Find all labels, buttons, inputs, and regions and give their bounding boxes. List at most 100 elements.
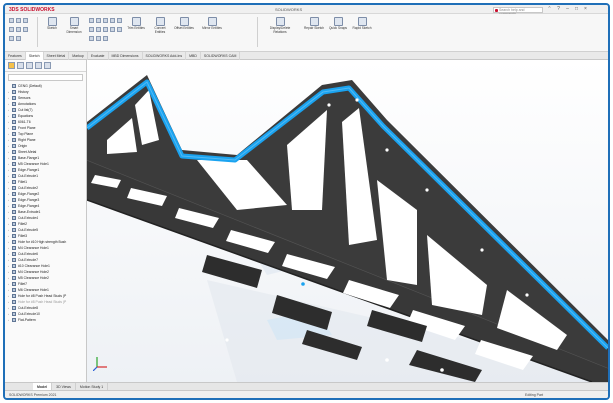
text-icon[interactable] (117, 27, 122, 32)
flat-pattern-icon (12, 318, 16, 322)
spline-icon[interactable] (110, 18, 115, 23)
expand-chevron-icon[interactable]: › (8, 162, 11, 166)
expand-chevron-icon[interactable]: › (8, 234, 11, 238)
tab-3d-views[interactable]: 3D Views (52, 383, 76, 390)
point-icon[interactable] (117, 18, 122, 23)
expand-chevron-icon[interactable]: › (8, 108, 11, 112)
property-manager-tab-icon[interactable] (17, 62, 24, 69)
help-icon[interactable]: ? (556, 6, 561, 12)
expand-chevron-icon[interactable]: › (8, 288, 11, 292)
rebuild-icon[interactable] (9, 36, 14, 41)
expand-chevron-icon[interactable]: › (8, 312, 11, 316)
repair-sketch-button[interactable]: Repair Sketch (303, 17, 325, 31)
tab-sketch[interactable]: Sketch (25, 52, 44, 60)
expand-chevron-icon[interactable]: › (8, 168, 11, 172)
circle-icon[interactable] (96, 18, 101, 23)
expand-chevron-icon[interactable]: › (8, 138, 11, 142)
open-icon[interactable] (16, 18, 21, 23)
undo-icon[interactable] (16, 27, 21, 32)
expand-chevron-icon[interactable]: › (8, 180, 11, 184)
close-icon[interactable]: × (583, 6, 588, 12)
rectangle-icon[interactable] (89, 27, 94, 32)
fillet-sketch-icon[interactable] (110, 27, 115, 32)
expand-chevron-icon[interactable]: › (8, 276, 11, 280)
feature-tree-tab-icon[interactable] (8, 62, 15, 69)
expand-chevron-icon[interactable]: › (8, 126, 11, 130)
expand-chevron-icon[interactable]: › (8, 192, 11, 196)
expand-chevron-icon[interactable]: › (8, 264, 11, 268)
expand-chevron-icon[interactable]: › (8, 216, 11, 220)
tab-cam[interactable]: SOLIDWORKS CAM (201, 52, 241, 60)
select-icon[interactable] (23, 27, 28, 32)
expand-chevron-icon[interactable]: › (8, 198, 11, 202)
expand-chevron-icon[interactable]: › (8, 156, 11, 160)
construction-icon[interactable] (103, 36, 108, 41)
trim-entities-button[interactable]: Trim Entities (125, 17, 147, 31)
options-icon[interactable] (16, 36, 21, 41)
configuration-tab-icon[interactable] (26, 62, 33, 69)
save-icon[interactable] (23, 18, 28, 23)
expand-chevron-icon[interactable]: › (8, 96, 11, 100)
minimize-icon[interactable]: – (565, 6, 570, 12)
rapid-sketch-button[interactable]: Rapid Sketch (351, 17, 373, 31)
offset-entities-button[interactable]: Offset Entities (173, 17, 195, 31)
arc-icon[interactable] (103, 18, 108, 23)
expand-chevron-icon[interactable]: › (8, 102, 11, 106)
search-input[interactable]: Search help and commands (493, 6, 543, 16)
sketch-button[interactable]: Sketch (41, 17, 63, 31)
restore-icon[interactable]: □ (574, 6, 579, 12)
expand-chevron-icon[interactable]: › (8, 186, 11, 190)
expand-chevron-icon[interactable]: › (8, 222, 11, 226)
expand-chevron-icon[interactable]: › (8, 240, 11, 244)
expand-chevron-icon[interactable]: › (8, 144, 11, 148)
dimxpert-tab-icon[interactable] (35, 62, 42, 69)
mirror-entities-button[interactable]: Mirror Entities (201, 17, 223, 31)
tree-item-label: Sensors (18, 96, 31, 100)
expand-chevron-icon[interactable]: › (8, 258, 11, 262)
expand-chevron-icon[interactable]: › (8, 294, 11, 298)
print-icon[interactable] (9, 27, 14, 32)
chevron-up-icon[interactable]: ⌃ (547, 6, 552, 12)
expand-chevron-icon[interactable]: › (8, 120, 11, 124)
display-manager-tab-icon[interactable] (44, 62, 51, 69)
expand-chevron-icon[interactable]: › (8, 150, 11, 154)
tab-mbd[interactable]: MBD (186, 52, 201, 60)
tab-model[interactable]: Model (33, 383, 53, 390)
tab-addins[interactable]: SOLIDWORKS Add-Ins (143, 52, 187, 60)
slot-icon[interactable] (96, 27, 101, 32)
sketch-entities-row-3 (89, 36, 108, 41)
expand-chevron-icon[interactable]: › (8, 306, 11, 310)
tree-item[interactable]: › Flat-Pattern (8, 317, 86, 323)
expand-chevron-icon[interactable]: › (8, 318, 11, 322)
expand-chevron-icon[interactable]: › (8, 270, 11, 274)
plane-sketch-icon[interactable] (89, 36, 94, 41)
tab-features[interactable]: Features (5, 52, 26, 60)
expand-chevron-icon[interactable]: › (8, 300, 11, 304)
tab-markup[interactable]: Markup (69, 52, 88, 60)
expand-chevron-icon[interactable]: › (8, 132, 11, 136)
expand-chevron-icon[interactable]: › (8, 210, 11, 214)
tab-evaluate[interactable]: Evaluate (88, 52, 109, 60)
expand-chevron-icon[interactable]: › (8, 174, 11, 178)
polygon-icon[interactable] (103, 27, 108, 32)
smart-dimension-button[interactable]: Smart Dimension (63, 17, 85, 34)
convert-entities-button[interactable]: Convert Entities (149, 17, 171, 34)
graphics-area[interactable]: Part1 Sketch5 ⌕ ⌕ ↶ ◧ ◆ ◼ ◉ ● ▣ ▤ (87, 60, 608, 382)
expand-chevron-icon[interactable]: › (8, 246, 11, 250)
new-icon[interactable] (9, 18, 14, 23)
expand-chevron-icon[interactable]: › (8, 228, 11, 232)
tree-filter-input[interactable] (8, 74, 83, 81)
tab-sheet-metal[interactable]: Sheet Metal (44, 52, 70, 60)
tab-motion-study[interactable]: Motion Study 1 (76, 383, 109, 390)
expand-chevron-icon[interactable]: › (8, 204, 11, 208)
expand-chevron-icon[interactable]: › (8, 252, 11, 256)
display-relations-button[interactable]: Display/Delete Relations (263, 17, 297, 34)
centerline-icon[interactable] (96, 36, 101, 41)
expand-chevron-icon[interactable]: › (8, 90, 11, 94)
part-model[interactable] (87, 60, 608, 382)
expand-chevron-icon[interactable]: › (8, 114, 11, 118)
line-icon[interactable] (89, 18, 94, 23)
expand-chevron-icon[interactable]: › (8, 282, 11, 286)
tab-mbd-dimensions[interactable]: MBD Dimensions (109, 52, 143, 60)
quick-snaps-button[interactable]: Quick Snaps (327, 17, 349, 31)
